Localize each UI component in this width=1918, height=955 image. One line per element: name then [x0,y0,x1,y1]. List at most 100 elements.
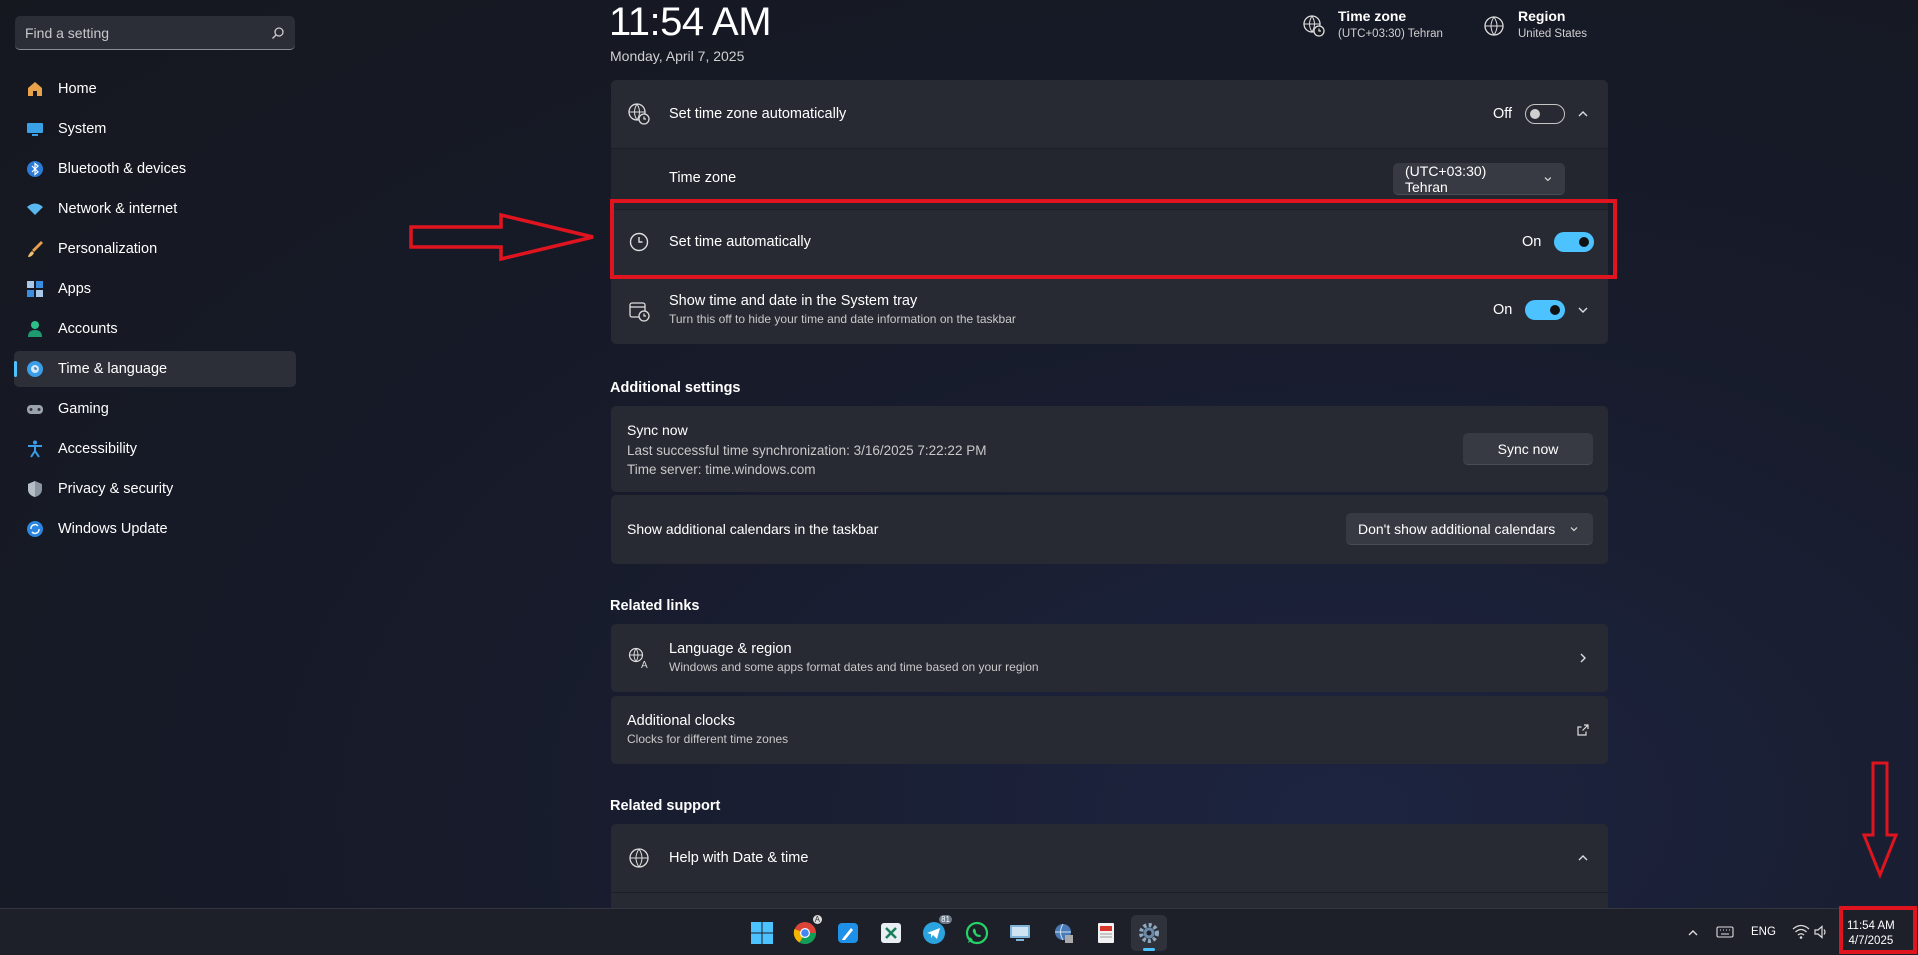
search-box[interactable]: Find a setting [15,16,295,50]
wifi-icon[interactable] [1792,924,1810,940]
taskbar-apps: A 81 [744,915,1174,951]
sidebar-item-windows-update[interactable]: Windows Update [14,511,296,547]
remote-desktop-taskbar-button[interactable] [1002,915,1038,951]
auto-timezone-row[interactable]: Set time zone automatically Off [611,80,1608,148]
calendars-dropdown[interactable]: Don't show additional calendars [1346,513,1593,545]
brush-icon [24,238,46,260]
chevron-right-icon [1580,653,1586,663]
language-region-link[interactable]: A Language & region Windows and some app… [611,624,1608,692]
timezone-value: (UTC+03:30) Tehran [1338,28,1443,40]
auto-timezone-toggle[interactable] [1525,104,1565,124]
home-icon [24,78,46,100]
sync-now-button[interactable]: Sync now [1463,433,1593,465]
sidebar-item-label: Accounts [58,321,118,337]
sidebar-item-label: Bluetooth & devices [58,161,187,177]
auto-timezone-state: Off [1493,106,1513,122]
tray-label: Show time and date in the System tray [669,293,918,309]
sidebar-item-time-language[interactable]: Time & language [14,351,296,387]
timezone-title: Time zone [1338,8,1407,24]
timezone-summary: Time zone (UTC+03:30) Tehran [1302,8,1443,40]
sync-title: Sync now [627,422,688,438]
sidebar: Find a setting Home System Bluetooth & d… [0,0,310,908]
svg-text:A: A [641,660,648,670]
windows-logo-icon [751,922,773,944]
region-title: Region [1518,8,1566,24]
sidebar-item-label: Time & language [58,361,168,377]
current-time: 11:54 AM [609,0,772,44]
chrome-taskbar-button[interactable]: A [787,915,823,951]
current-date: Monday, April 7, 2025 [610,48,745,64]
help-card: Help with Date & time [611,824,1608,908]
chevron-up-icon[interactable] [1576,107,1590,121]
globe-clock-icon [628,103,650,125]
additional-clocks-desc: Clocks for different time zones [627,732,789,746]
globe-clock-icon [1303,15,1325,37]
sidebar-item-label: Accessibility [58,441,137,457]
whatsapp-icon [965,921,989,945]
chevron-down-icon[interactable] [1576,303,1590,317]
snipping-taskbar-button[interactable] [1088,915,1124,951]
sidebar-item-accessibility[interactable]: Accessibility [14,431,296,467]
person-icon [24,318,46,340]
gear-icon [1139,923,1159,943]
region-summary: Region United States [1482,8,1587,40]
sidebar-item-bluetooth[interactable]: Bluetooth & devices [14,151,296,187]
chevron-up-icon[interactable] [1686,926,1700,940]
sidebar-item-privacy[interactable]: Privacy & security [14,471,296,507]
sidebar-item-personalization[interactable]: Personalization [14,231,296,267]
language-icon: A [628,647,648,670]
globe-app-icon [1055,923,1073,943]
tray-state: On [1493,302,1513,318]
additional-clocks-text: Additional clocks Clocks for different t… [627,713,788,746]
calendars-card: Show additional calendars in the taskbar… [611,495,1608,564]
start-button[interactable] [744,915,780,951]
help-row[interactable]: Help with Date & time [611,824,1608,892]
network-app-taskbar-button[interactable] [1045,915,1081,951]
additional-settings-title: Additional settings [610,380,741,396]
sidebar-item-accounts[interactable]: Accounts [14,311,296,347]
external-link-icon [1577,724,1589,736]
sidebar-item-gaming[interactable]: Gaming [14,391,296,427]
clock-highlight-box [1839,906,1917,954]
telegram-taskbar-button[interactable]: 81 [916,915,952,951]
additional-clocks-title: Additional clocks [627,713,735,729]
search-icon[interactable] [271,26,285,40]
chevron-down-icon [1570,526,1578,531]
editor-taskbar-button[interactable] [830,915,866,951]
keyboard-icon[interactable] [1716,925,1734,939]
divider [611,892,1608,893]
excel-taskbar-button[interactable] [873,915,909,951]
down-arrow-annotation [1861,761,1899,880]
sidebar-item-label: Home [58,81,97,97]
apps-icon [24,278,46,300]
chevron-up-icon[interactable] [1576,851,1590,865]
sync-card: Sync now Last successful time synchroniz… [611,406,1608,492]
language-region-desc: Windows and some apps format dates and t… [669,660,1039,674]
update-icon [24,518,46,540]
tray-toggle[interactable] [1525,300,1565,320]
x-app-icon [881,923,901,943]
timezone-dropdown-value: (UTC+03:30) Tehran [1405,162,1487,195]
timezone-dropdown[interactable]: (UTC+03:30) Tehran [1393,163,1565,195]
additional-clocks-link[interactable]: Additional clocks Clocks for different t… [611,696,1608,764]
sidebar-item-apps[interactable]: Apps [14,271,296,307]
search-input[interactable]: Find a setting [25,25,271,41]
tray-text: Show time and date in the System tray Tu… [669,293,1016,326]
sidebar-item-home[interactable]: Home [14,71,296,107]
calendars-dropdown-value: Don't show additional calendars [1358,520,1556,537]
related-support-title: Related support [610,798,721,814]
sidebar-item-label: Network & internet [58,201,178,217]
whatsapp-taskbar-button[interactable] [959,915,995,951]
sidebar-item-label: Personalization [58,241,158,257]
sidebar-item-network[interactable]: Network & internet [14,191,296,227]
tray-row[interactable]: Show time and date in the System tray Tu… [611,277,1608,344]
language-region-text: Language & region Windows and some apps … [669,641,1039,674]
globe-icon [1484,16,1504,36]
language-region-title: Language & region [669,641,792,657]
settings-taskbar-button[interactable] [1131,915,1167,951]
accessibility-icon [24,438,46,460]
language-indicator[interactable]: ENG [1751,926,1776,938]
volume-icon[interactable] [1813,924,1829,940]
tray-description: Turn this off to hide your time and date… [669,312,1016,326]
sidebar-item-system[interactable]: System [14,111,296,147]
